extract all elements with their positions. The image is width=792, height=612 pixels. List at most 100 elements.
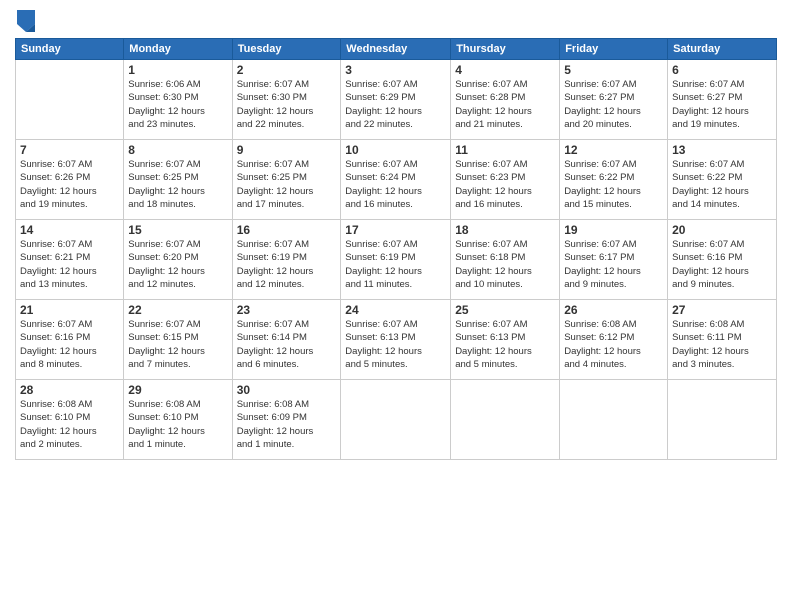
calendar-cell: 14Sunrise: 6:07 AM Sunset: 6:21 PM Dayli… — [16, 220, 124, 300]
day-number: 13 — [672, 143, 772, 157]
day-info: Sunrise: 6:07 AM Sunset: 6:18 PM Dayligh… — [455, 238, 555, 291]
day-number: 28 — [20, 383, 119, 397]
calendar-cell: 11Sunrise: 6:07 AM Sunset: 6:23 PM Dayli… — [451, 140, 560, 220]
calendar-cell: 13Sunrise: 6:07 AM Sunset: 6:22 PM Dayli… — [668, 140, 777, 220]
day-number: 6 — [672, 63, 772, 77]
day-info: Sunrise: 6:07 AM Sunset: 6:27 PM Dayligh… — [564, 78, 663, 131]
day-info: Sunrise: 6:07 AM Sunset: 6:16 PM Dayligh… — [20, 318, 119, 371]
day-info: Sunrise: 6:07 AM Sunset: 6:13 PM Dayligh… — [455, 318, 555, 371]
day-info: Sunrise: 6:08 AM Sunset: 6:10 PM Dayligh… — [128, 398, 227, 451]
day-number: 5 — [564, 63, 663, 77]
calendar-cell: 19Sunrise: 6:07 AM Sunset: 6:17 PM Dayli… — [560, 220, 668, 300]
day-info: Sunrise: 6:08 AM Sunset: 6:10 PM Dayligh… — [20, 398, 119, 451]
day-number: 26 — [564, 303, 663, 317]
day-info: Sunrise: 6:07 AM Sunset: 6:28 PM Dayligh… — [455, 78, 555, 131]
day-info: Sunrise: 6:07 AM Sunset: 6:30 PM Dayligh… — [237, 78, 337, 131]
weekday-header-row: SundayMondayTuesdayWednesdayThursdayFrid… — [16, 39, 777, 60]
day-info: Sunrise: 6:07 AM Sunset: 6:19 PM Dayligh… — [345, 238, 446, 291]
calendar-cell: 25Sunrise: 6:07 AM Sunset: 6:13 PM Dayli… — [451, 300, 560, 380]
day-info: Sunrise: 6:07 AM Sunset: 6:22 PM Dayligh… — [672, 158, 772, 211]
day-number: 7 — [20, 143, 119, 157]
calendar-cell: 27Sunrise: 6:08 AM Sunset: 6:11 PM Dayli… — [668, 300, 777, 380]
calendar-cell — [560, 380, 668, 460]
calendar-cell: 30Sunrise: 6:08 AM Sunset: 6:09 PM Dayli… — [232, 380, 341, 460]
calendar-cell: 18Sunrise: 6:07 AM Sunset: 6:18 PM Dayli… — [451, 220, 560, 300]
day-number: 18 — [455, 223, 555, 237]
day-number: 29 — [128, 383, 227, 397]
calendar-cell: 5Sunrise: 6:07 AM Sunset: 6:27 PM Daylig… — [560, 60, 668, 140]
day-number: 30 — [237, 383, 337, 397]
page: SundayMondayTuesdayWednesdayThursdayFrid… — [0, 0, 792, 612]
day-info: Sunrise: 6:07 AM Sunset: 6:25 PM Dayligh… — [128, 158, 227, 211]
calendar-cell: 21Sunrise: 6:07 AM Sunset: 6:16 PM Dayli… — [16, 300, 124, 380]
week-row-2: 7Sunrise: 6:07 AM Sunset: 6:26 PM Daylig… — [16, 140, 777, 220]
week-row-5: 28Sunrise: 6:08 AM Sunset: 6:10 PM Dayli… — [16, 380, 777, 460]
calendar-cell: 24Sunrise: 6:07 AM Sunset: 6:13 PM Dayli… — [341, 300, 451, 380]
day-number: 16 — [237, 223, 337, 237]
weekday-header-tuesday: Tuesday — [232, 39, 341, 60]
day-number: 12 — [564, 143, 663, 157]
day-info: Sunrise: 6:07 AM Sunset: 6:17 PM Dayligh… — [564, 238, 663, 291]
calendar-cell: 28Sunrise: 6:08 AM Sunset: 6:10 PM Dayli… — [16, 380, 124, 460]
day-number: 4 — [455, 63, 555, 77]
calendar-cell — [16, 60, 124, 140]
day-number: 23 — [237, 303, 337, 317]
calendar-cell: 15Sunrise: 6:07 AM Sunset: 6:20 PM Dayli… — [124, 220, 232, 300]
weekday-header-saturday: Saturday — [668, 39, 777, 60]
day-number: 9 — [237, 143, 337, 157]
day-info: Sunrise: 6:07 AM Sunset: 6:16 PM Dayligh… — [672, 238, 772, 291]
day-number: 22 — [128, 303, 227, 317]
weekday-header-monday: Monday — [124, 39, 232, 60]
day-info: Sunrise: 6:07 AM Sunset: 6:29 PM Dayligh… — [345, 78, 446, 131]
day-number: 11 — [455, 143, 555, 157]
week-row-3: 14Sunrise: 6:07 AM Sunset: 6:21 PM Dayli… — [16, 220, 777, 300]
day-number: 25 — [455, 303, 555, 317]
day-info: Sunrise: 6:07 AM Sunset: 6:24 PM Dayligh… — [345, 158, 446, 211]
calendar: SundayMondayTuesdayWednesdayThursdayFrid… — [15, 38, 777, 460]
calendar-cell: 22Sunrise: 6:07 AM Sunset: 6:15 PM Dayli… — [124, 300, 232, 380]
week-row-1: 1Sunrise: 6:06 AM Sunset: 6:30 PM Daylig… — [16, 60, 777, 140]
calendar-cell: 8Sunrise: 6:07 AM Sunset: 6:25 PM Daylig… — [124, 140, 232, 220]
week-row-4: 21Sunrise: 6:07 AM Sunset: 6:16 PM Dayli… — [16, 300, 777, 380]
day-info: Sunrise: 6:08 AM Sunset: 6:12 PM Dayligh… — [564, 318, 663, 371]
day-number: 14 — [20, 223, 119, 237]
day-info: Sunrise: 6:07 AM Sunset: 6:25 PM Dayligh… — [237, 158, 337, 211]
calendar-cell: 2Sunrise: 6:07 AM Sunset: 6:30 PM Daylig… — [232, 60, 341, 140]
weekday-header-sunday: Sunday — [16, 39, 124, 60]
calendar-cell: 9Sunrise: 6:07 AM Sunset: 6:25 PM Daylig… — [232, 140, 341, 220]
calendar-cell: 10Sunrise: 6:07 AM Sunset: 6:24 PM Dayli… — [341, 140, 451, 220]
logo — [15, 10, 39, 32]
calendar-cell: 3Sunrise: 6:07 AM Sunset: 6:29 PM Daylig… — [341, 60, 451, 140]
day-number: 8 — [128, 143, 227, 157]
weekday-header-friday: Friday — [560, 39, 668, 60]
day-info: Sunrise: 6:07 AM Sunset: 6:26 PM Dayligh… — [20, 158, 119, 211]
day-info: Sunrise: 6:07 AM Sunset: 6:22 PM Dayligh… — [564, 158, 663, 211]
day-info: Sunrise: 6:07 AM Sunset: 6:23 PM Dayligh… — [455, 158, 555, 211]
calendar-cell: 7Sunrise: 6:07 AM Sunset: 6:26 PM Daylig… — [16, 140, 124, 220]
logo-icon — [17, 10, 35, 32]
day-number: 17 — [345, 223, 446, 237]
day-number: 27 — [672, 303, 772, 317]
calendar-cell: 16Sunrise: 6:07 AM Sunset: 6:19 PM Dayli… — [232, 220, 341, 300]
calendar-cell: 12Sunrise: 6:07 AM Sunset: 6:22 PM Dayli… — [560, 140, 668, 220]
day-info: Sunrise: 6:08 AM Sunset: 6:11 PM Dayligh… — [672, 318, 772, 371]
day-number: 10 — [345, 143, 446, 157]
day-info: Sunrise: 6:07 AM Sunset: 6:14 PM Dayligh… — [237, 318, 337, 371]
day-info: Sunrise: 6:07 AM Sunset: 6:20 PM Dayligh… — [128, 238, 227, 291]
day-number: 24 — [345, 303, 446, 317]
day-info: Sunrise: 6:07 AM Sunset: 6:27 PM Dayligh… — [672, 78, 772, 131]
calendar-cell — [451, 380, 560, 460]
weekday-header-thursday: Thursday — [451, 39, 560, 60]
day-info: Sunrise: 6:07 AM Sunset: 6:13 PM Dayligh… — [345, 318, 446, 371]
day-number: 3 — [345, 63, 446, 77]
header — [15, 10, 777, 32]
day-number: 19 — [564, 223, 663, 237]
calendar-cell: 6Sunrise: 6:07 AM Sunset: 6:27 PM Daylig… — [668, 60, 777, 140]
day-number: 21 — [20, 303, 119, 317]
day-number: 1 — [128, 63, 227, 77]
calendar-cell: 26Sunrise: 6:08 AM Sunset: 6:12 PM Dayli… — [560, 300, 668, 380]
day-number: 20 — [672, 223, 772, 237]
day-info: Sunrise: 6:07 AM Sunset: 6:21 PM Dayligh… — [20, 238, 119, 291]
weekday-header-wednesday: Wednesday — [341, 39, 451, 60]
day-number: 15 — [128, 223, 227, 237]
